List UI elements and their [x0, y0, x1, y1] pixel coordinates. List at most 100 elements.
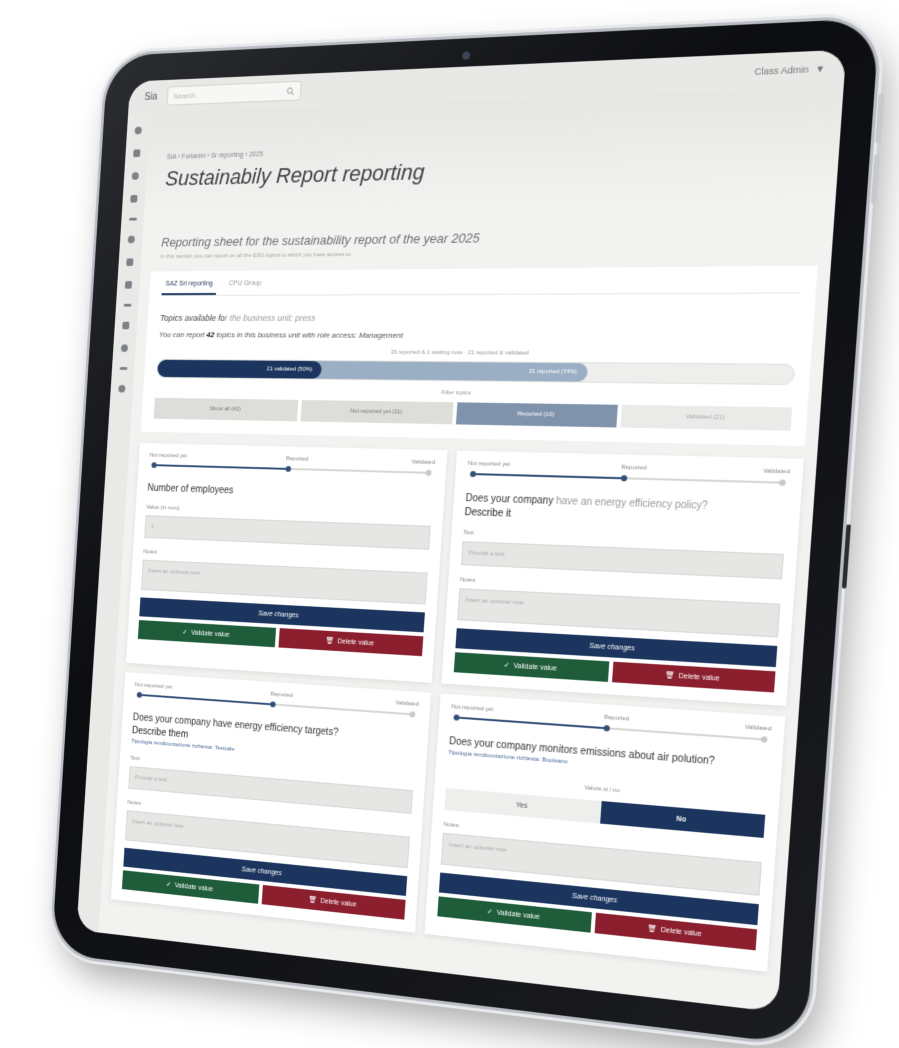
step-reported: Reported — [285, 456, 309, 463]
settings-icon[interactable] — [123, 303, 132, 307]
step-not-reported: Not reported yet — [134, 682, 173, 691]
text-input[interactable]: Provide a text — [461, 541, 784, 580]
question-title-text: Number of employees — [147, 483, 234, 497]
app-brand[interactable]: Sia — [144, 91, 167, 102]
step-dot — [136, 691, 143, 698]
validate-label: Validate value — [190, 629, 230, 639]
status-stepper: Not reported yet Reported Validated — [149, 453, 435, 466]
step-dot — [425, 469, 432, 476]
tab-saz-srl[interactable]: SAZ Srl reporting — [161, 270, 218, 296]
calendar-icon[interactable] — [122, 321, 130, 330]
topics-available: Topics available for the business unit: … — [160, 313, 799, 324]
section-title: Reporting sheet for the sustainability r… — [160, 230, 481, 250]
validate-label: Validate value — [513, 662, 558, 673]
delete-value-button[interactable]: 🗑 Delete value — [277, 628, 424, 657]
check-icon: ✓ — [182, 629, 188, 637]
section-description: In this section you can report on all th… — [160, 251, 353, 260]
menu-icon[interactable] — [119, 367, 128, 370]
step-fill — [472, 473, 624, 480]
home-icon[interactable] — [134, 126, 142, 135]
business-unit-tabs: SAZ Srl reporting CPU Group — [161, 265, 803, 297]
progress-validated-segment: 21 validated (50%) — [157, 359, 323, 379]
trash-icon: 🗑 — [325, 637, 335, 645]
step-reported: Reported — [270, 691, 293, 699]
step-dot — [760, 736, 768, 743]
main-content: SIA › Forlanini › Sr reporting › 2025 Su… — [98, 86, 844, 1012]
progress-bar: 31 reported (74%) 21 validated (50%) — [156, 358, 796, 386]
step-reported: Reported — [620, 464, 647, 472]
step-validated: Validated — [395, 700, 419, 708]
chevron-down-icon: ▼ — [814, 63, 826, 75]
topic-cards: Not reported yet Reported Validated Numb… — [110, 442, 804, 972]
validate-value-button[interactable]: ✓ Validate value — [453, 652, 609, 682]
report-suffix: topics in this business unit with role a… — [214, 330, 404, 340]
progress-legend: 15 reported & 1 waiting note · 21 report… — [390, 349, 529, 357]
search-placeholder: Search — [173, 90, 196, 101]
list-icon[interactable] — [128, 217, 137, 221]
validate-label: Validate value — [496, 909, 541, 921]
step-track — [469, 470, 786, 486]
progress-reported-label: 31 reported (74%) — [528, 368, 578, 376]
filter-validated-button[interactable]: Validated (21) — [620, 404, 793, 431]
volume-down-button — [870, 153, 880, 204]
folder-icon[interactable] — [130, 194, 138, 203]
step-dot — [469, 470, 477, 478]
step-not-reported: Not reported yet — [451, 704, 494, 714]
step-dot — [453, 714, 460, 721]
report-prefix: You can report — [158, 330, 207, 340]
step-fill — [154, 464, 288, 470]
step-reported: Reported — [603, 714, 630, 723]
step-dot — [284, 465, 291, 472]
bell-icon[interactable] — [120, 344, 129, 352]
volume-up-button — [875, 93, 885, 144]
step-track — [151, 462, 432, 476]
delete-label: Delete value — [678, 672, 720, 683]
step-dot — [778, 479, 786, 486]
delete-label: Delete value — [337, 637, 375, 647]
check-icon: ✓ — [486, 908, 494, 917]
filter-show-all-button[interactable]: Show all (42) — [153, 397, 299, 422]
trash-icon: 🗑 — [664, 672, 675, 680]
chart-icon[interactable] — [127, 235, 135, 244]
no-option[interactable]: No — [599, 800, 766, 838]
grid-icon[interactable] — [133, 149, 141, 158]
topic-card-employees: Not reported yet Reported Validated Numb… — [125, 442, 448, 683]
topic-card-energy-targets: Not reported yet Reported Validated Does… — [110, 672, 432, 933]
validate-value-button[interactable]: ✓ Validate value — [137, 620, 276, 648]
topic-card-air-emissions: Not reported yet Reported Validated Does… — [424, 693, 786, 972]
info-icon[interactable] — [118, 384, 126, 393]
topic-card-energy-policy: Not reported yet Reported Validated Does… — [441, 450, 804, 707]
app-screen: Sia Search Class Admin ▼ SIA › Forlanini… — [76, 49, 847, 1013]
question-title-muted: have an energy efficiency policy? — [555, 495, 709, 513]
search-icon — [286, 86, 295, 95]
question-title: Number of employees — [147, 483, 433, 503]
report-icon[interactable] — [126, 258, 134, 267]
delete-label: Delete value — [320, 897, 357, 909]
filter-not-reported-button[interactable]: Not reported yet (11) — [300, 399, 454, 425]
tab-cpu-group[interactable]: CPU Group — [225, 270, 266, 294]
filter-buttons: Show all (42) Not reported yet (11) Repo… — [153, 397, 793, 431]
step-dot — [269, 701, 276, 708]
step-dot — [602, 724, 610, 732]
delete-value-button[interactable]: 🗑 Delete value — [611, 661, 776, 693]
delete-label: Delete value — [660, 926, 702, 938]
topics-panel: SAZ Srl reporting CPU Group Topics avail… — [140, 265, 818, 446]
document-icon[interactable] — [124, 281, 133, 289]
section-header: Reporting sheet for the sustainability r… — [151, 201, 822, 271]
step-validated: Validated — [411, 459, 436, 466]
side-connector — [841, 524, 851, 589]
check-icon: ✓ — [503, 662, 510, 670]
user-menu[interactable]: Class Admin ▼ — [754, 63, 825, 77]
progress-validated-label: 21 validated (50%) — [266, 366, 313, 373]
step-dot — [620, 475, 627, 482]
yes-option[interactable]: Yes — [444, 787, 602, 824]
search-input[interactable]: Search — [166, 80, 302, 106]
check-icon: ✓ — [165, 881, 172, 889]
validate-label: Validate value — [174, 881, 214, 893]
notes-input[interactable]: Insert an optional note — [140, 559, 428, 605]
step-validated: Validated — [744, 724, 772, 733]
value-input[interactable]: 1 — [144, 515, 431, 550]
user-icon[interactable] — [131, 172, 140, 180]
user-name: Class Admin — [754, 64, 810, 77]
filter-reported-button[interactable]: Reported (10) — [455, 402, 618, 428]
